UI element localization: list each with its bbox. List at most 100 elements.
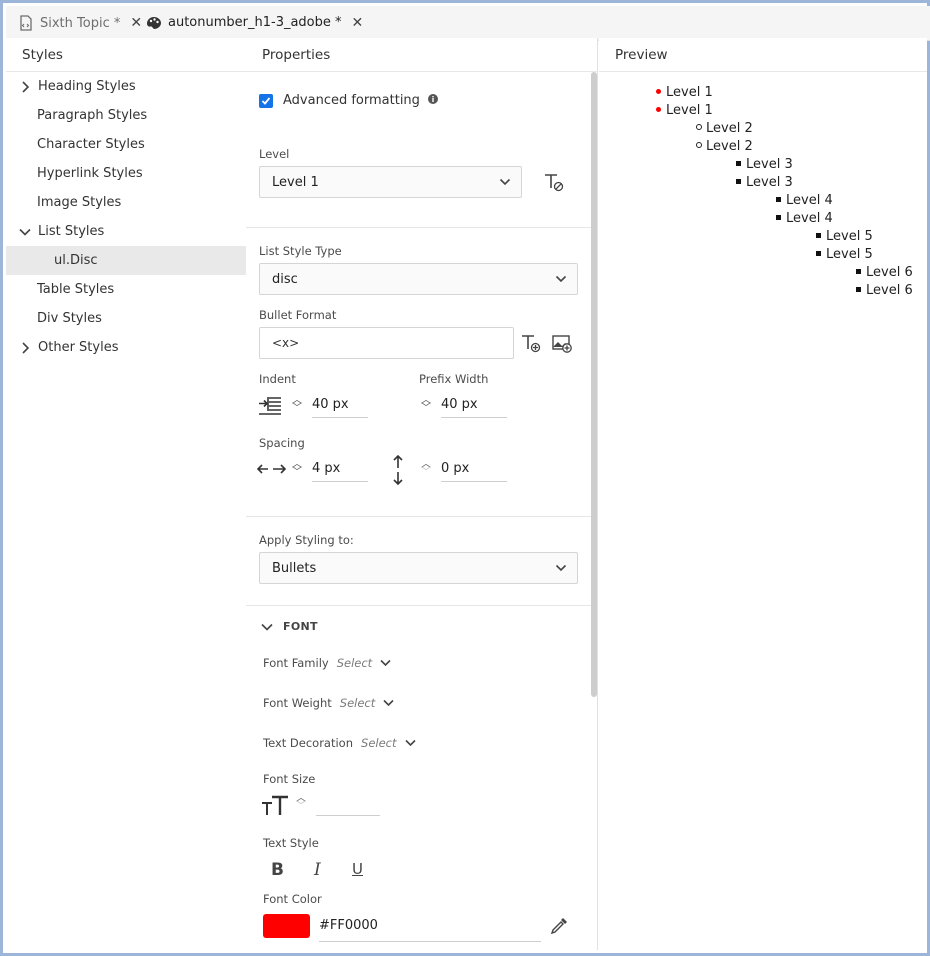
close-icon[interactable]: ✕: [130, 15, 142, 31]
chevron-down-icon[interactable]: [261, 623, 273, 631]
vertical-spacing-stepper[interactable]: ︿ ﹀ 0 px: [419, 456, 507, 482]
preview-list-item: Level 5: [816, 227, 873, 245]
chevron-down-icon[interactable]: [18, 228, 32, 236]
font-weight-row[interactable]: Font Weight Select: [263, 696, 394, 710]
stepper-arrows[interactable]: ︿ ﹀: [294, 794, 308, 812]
chevron-right-icon[interactable]: [18, 80, 32, 93]
prefix-width-value[interactable]: 40 px: [441, 392, 507, 418]
preview-list-item: Level 6: [856, 281, 913, 299]
section-divider: [246, 516, 591, 517]
prefix-width-stepper[interactable]: ︿ ﹀ 40 px: [419, 392, 507, 418]
stepper-arrows[interactable]: ︿ ﹀: [419, 460, 433, 478]
italic-button[interactable]: I: [314, 860, 321, 880]
insert-image-icon[interactable]: [551, 332, 573, 354]
tree-item-list-styles[interactable]: List Styles: [6, 217, 247, 246]
tree-item-heading-styles[interactable]: Heading Styles: [6, 72, 247, 101]
preview-list-item: Level 2: [696, 137, 753, 155]
list-style-type-dropdown[interactable]: disc: [259, 263, 578, 295]
font-family-placeholder[interactable]: Select: [337, 656, 372, 670]
indent-stepper[interactable]: ︿ ﹀ 40 px: [290, 392, 368, 418]
bullet-format-input[interactable]: <x>: [259, 327, 514, 359]
chevron-down-icon[interactable]: ﹀: [292, 404, 302, 414]
tree-item-div-styles[interactable]: Div Styles: [6, 304, 247, 333]
tab-sixth-topic[interactable]: Sixth Topic * ✕: [18, 6, 142, 40]
info-icon[interactable]: [427, 93, 438, 108]
bullet-square-icon: [856, 287, 861, 292]
font-color-swatch[interactable]: [263, 914, 310, 938]
preview-panel: Preview Level 1 Level 1 Level 2 Level 2 Leve…: [599, 38, 927, 950]
apply-styling-dropdown[interactable]: Bullets: [259, 552, 578, 584]
font-color-label: Font Color: [263, 892, 322, 906]
chevron-right-icon[interactable]: [18, 341, 32, 354]
apply-styling-value: Bullets: [272, 560, 317, 576]
preview-panel-title: Preview: [599, 38, 927, 72]
bullet-circle-icon: [696, 142, 702, 148]
text-decoration-row[interactable]: Text Decoration Select: [263, 736, 416, 750]
tree-item-character-styles[interactable]: Character Styles: [6, 130, 247, 159]
bullet-format-value: <x>: [272, 336, 300, 350]
vertical-spacing-value[interactable]: 0 px: [441, 456, 507, 482]
tree-item-other-styles[interactable]: Other Styles: [6, 333, 247, 362]
font-family-row[interactable]: Font Family Select: [263, 656, 391, 670]
stepper-arrows[interactable]: ︿ ﹀: [290, 460, 304, 478]
advanced-formatting-checkbox[interactable]: [259, 93, 273, 108]
preview-item-label: Level 5: [826, 228, 873, 244]
preview-list-item: Level 2: [696, 119, 753, 137]
font-section-header[interactable]: FONT: [261, 620, 318, 633]
level-label: Level: [259, 147, 290, 161]
font-section-title: FONT: [283, 620, 318, 633]
text-decoration-placeholder[interactable]: Select: [361, 736, 396, 750]
indent-value[interactable]: 40 px: [312, 392, 368, 418]
underline-button[interactable]: U: [352, 860, 363, 878]
chevron-down-icon[interactable]: [380, 659, 391, 667]
chevron-down-icon[interactable]: [383, 699, 394, 707]
indent-label: Indent: [259, 372, 296, 386]
bold-button[interactable]: B: [271, 860, 284, 880]
font-size-stepper[interactable]: ︿ ﹀: [294, 790, 380, 816]
preview-list-item: Level 4: [776, 191, 833, 209]
chevron-down-icon[interactable]: ﹀: [421, 404, 431, 414]
tab-autonumber[interactable]: autonumber_h1-3_adobe * ✕: [144, 6, 366, 41]
tab-label: Sixth Topic *: [40, 15, 121, 31]
bullet-square-icon: [776, 215, 781, 220]
stepper-arrows[interactable]: ︿ ﹀: [290, 396, 304, 414]
scrollbar-thumb[interactable]: [591, 72, 597, 697]
bullet-square-icon: [816, 251, 821, 256]
tree-item-label: Heading Styles: [38, 79, 136, 94]
font-color-input[interactable]: #FF0000: [319, 914, 541, 942]
tree-item-table-styles[interactable]: Table Styles: [6, 275, 247, 304]
tree-item-image-styles[interactable]: Image Styles: [6, 188, 247, 217]
tree-item-hyperlink-styles[interactable]: Hyperlink Styles: [6, 159, 247, 188]
properties-panel: Properties Advanced formatting Level Lev…: [246, 38, 598, 950]
eyedropper-icon[interactable]: [549, 916, 569, 936]
preview-item-label: Level 4: [786, 210, 833, 226]
chevron-down-icon[interactable]: ﹀: [292, 468, 302, 478]
close-icon[interactable]: ✕: [352, 15, 364, 31]
bullet-format-label: Bullet Format: [259, 308, 337, 322]
bullet-square-icon: [736, 179, 741, 184]
insert-text-icon[interactable]: [520, 332, 542, 354]
preview-list-item: Level 4: [776, 209, 833, 227]
horizontal-spacing-value[interactable]: 4 px: [312, 456, 368, 482]
preview-item-label: Level 4: [786, 192, 833, 208]
horizontal-spacing-stepper[interactable]: ︿ ﹀ 4 px: [290, 456, 368, 482]
tree-item-paragraph-styles[interactable]: Paragraph Styles: [6, 101, 247, 130]
preview-list-item: Level 1: [656, 101, 713, 119]
font-weight-placeholder[interactable]: Select: [340, 696, 375, 710]
tree-item-label: ul.Disc: [54, 253, 98, 268]
stepper-arrows[interactable]: ︿ ﹀: [419, 396, 433, 414]
chevron-down-icon[interactable]: [404, 739, 416, 747]
vertical-spacing-icon: [391, 454, 405, 486]
clear-format-icon[interactable]: [543, 171, 565, 193]
tree-item-ul-disc[interactable]: ul.Disc: [6, 246, 247, 275]
font-weight-label: Font Weight: [263, 696, 332, 710]
font-size-label: Font Size: [263, 772, 316, 786]
font-size-value[interactable]: [316, 790, 380, 816]
tree-item-label: Hyperlink Styles: [37, 166, 143, 181]
preview-item-label: Level 6: [866, 282, 913, 298]
preview-item-label: Level 2: [706, 120, 753, 136]
preview-list-item: Level 5: [816, 245, 873, 263]
chevron-down-icon: ﹀: [296, 801, 306, 812]
bullet-disc-icon: [656, 89, 661, 94]
level-dropdown[interactable]: Level 1: [259, 166, 522, 198]
